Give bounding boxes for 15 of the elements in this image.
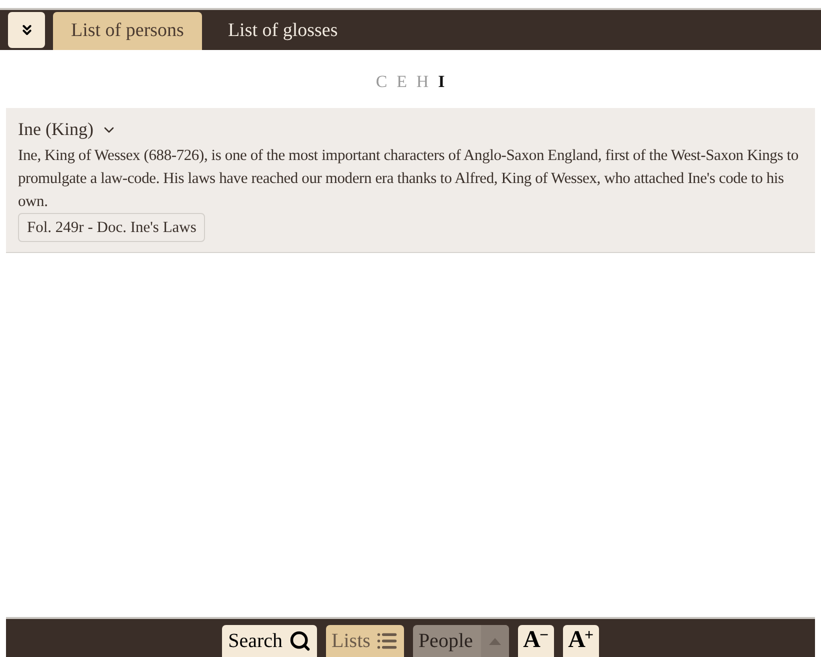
person-name[interactable]: Ine (King) [18, 116, 118, 143]
people-dropdown[interactable]: People [413, 625, 509, 657]
reference-link[interactable]: Fol. 249r - Doc. Ine's Laws [18, 213, 206, 242]
letter-link[interactable]: I [438, 72, 446, 92]
tab[interactable]: List of persons [53, 12, 202, 50]
collapse-button[interactable] [8, 12, 45, 48]
search-button[interactable]: Search [222, 625, 317, 657]
person-description: Ine, King of Wessex (688-726), is one of the most important characters of Anglo-Saxon England, first of the West-Saxon Kings to promulgate a law-code. His laws have reached our modern era thanks to Alfred, King of Wessex, who attached Ine's code to his own. [18, 146, 800, 212]
font-size-button[interactable]: A+ [562, 625, 599, 657]
list-icon [376, 630, 398, 652]
search-icon [288, 630, 311, 652]
lists-button[interactable]: Lists [326, 625, 404, 657]
tab[interactable]: List of glosses [210, 12, 356, 50]
up-triangle-icon [488, 638, 501, 644]
font-size-button[interactable]: A− [518, 625, 554, 657]
